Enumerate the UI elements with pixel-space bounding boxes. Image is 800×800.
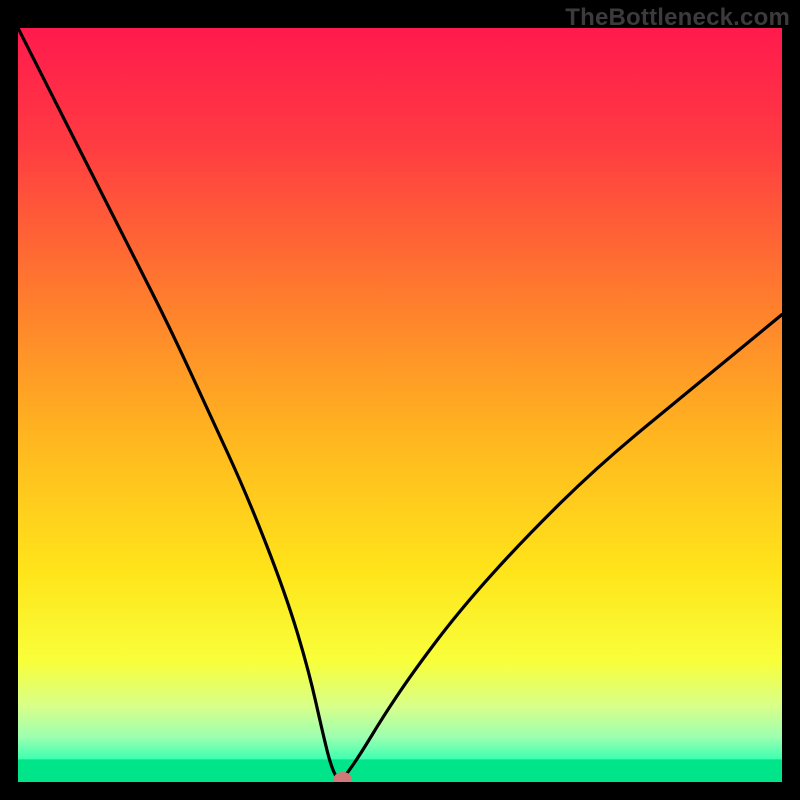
gradient-bg [18, 28, 782, 782]
chart-svg [18, 28, 782, 782]
plot-area [18, 28, 782, 782]
chart-frame: TheBottleneck.com [0, 0, 800, 800]
green-band [18, 759, 782, 782]
